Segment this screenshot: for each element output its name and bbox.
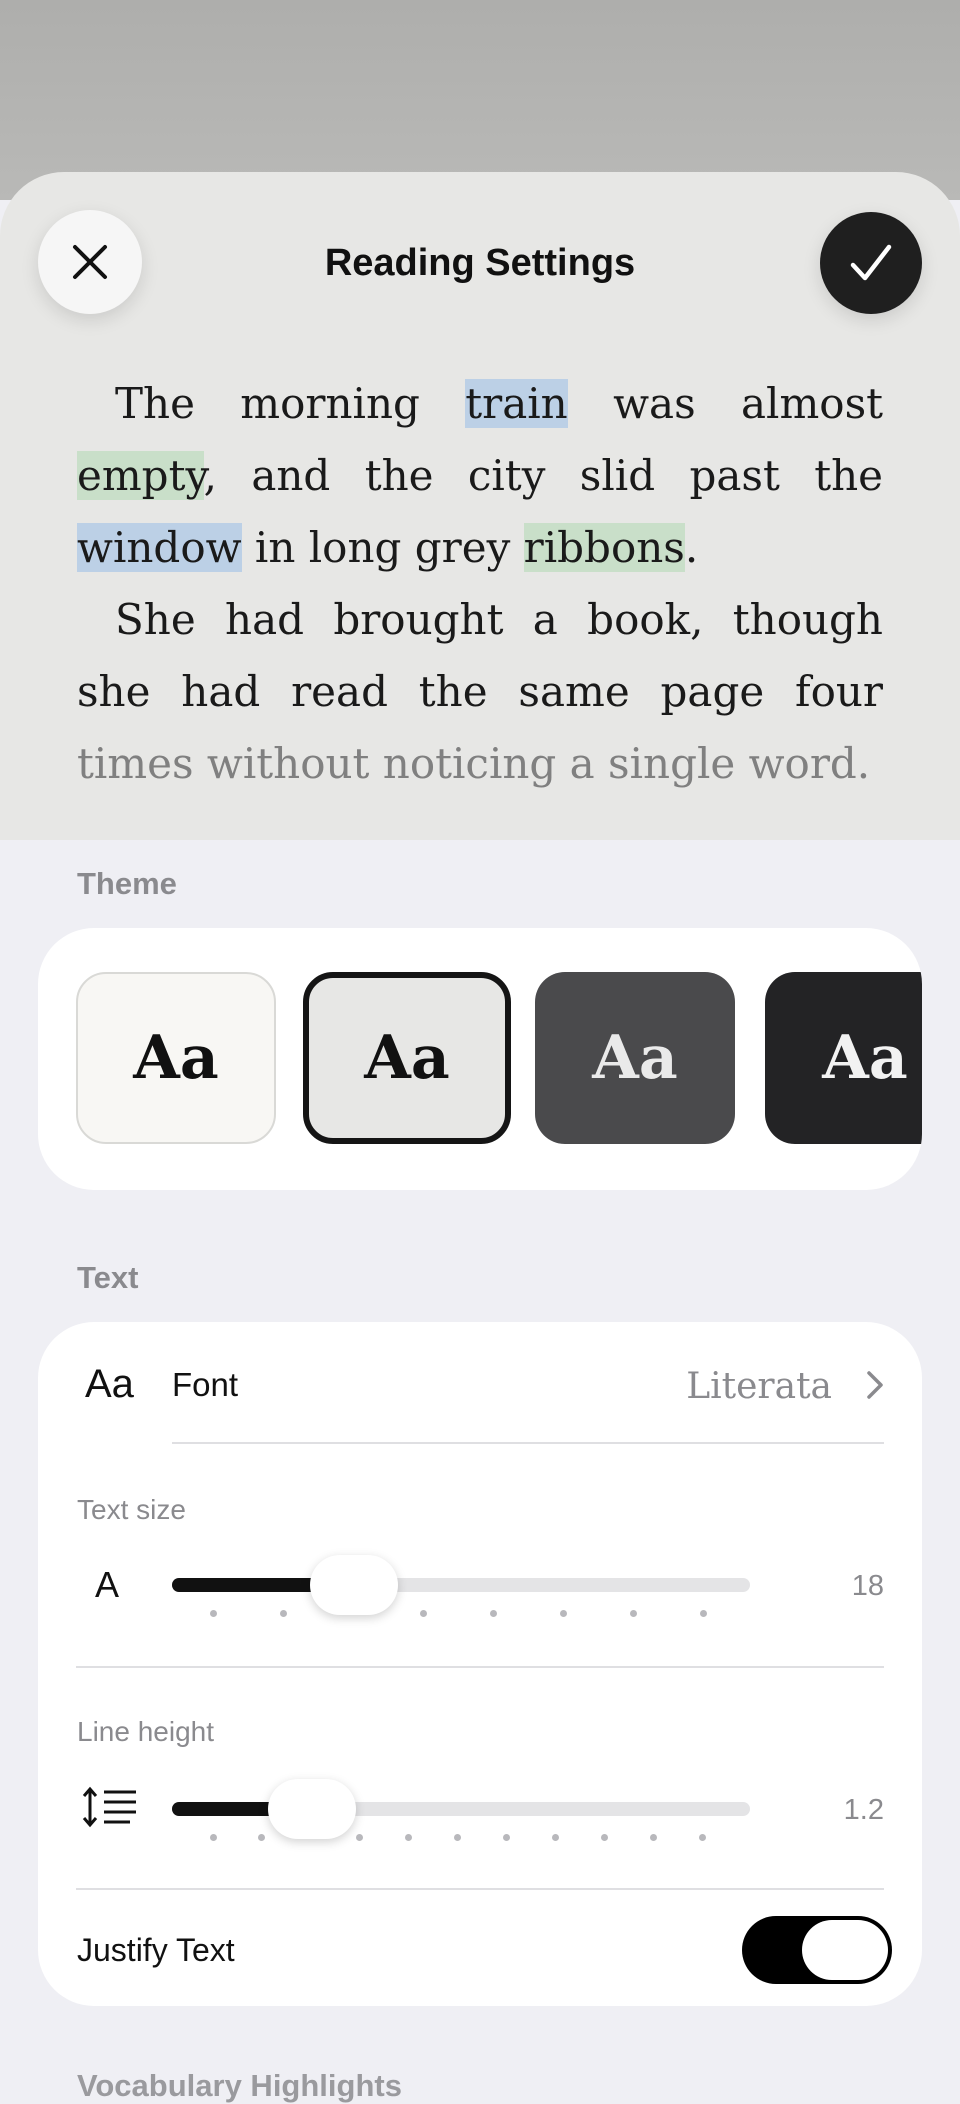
slider-tick xyxy=(258,1834,265,1841)
text-size-icon: A xyxy=(95,1564,120,1605)
divider xyxy=(76,1666,884,1668)
slider-tick xyxy=(420,1610,427,1617)
slider-tick xyxy=(630,1610,637,1617)
text-size-slider[interactable] xyxy=(172,1555,750,1617)
font-icon: Aa xyxy=(85,1362,134,1406)
slider-tick xyxy=(700,1610,707,1617)
slider-tick xyxy=(210,1834,217,1841)
highlight-blue[interactable]: window xyxy=(77,523,242,572)
theme-option-dark[interactable]: Aa xyxy=(765,972,922,1144)
slider-tick xyxy=(503,1834,510,1841)
theme-option-grey-selected[interactable]: Aa xyxy=(303,972,511,1144)
slider-tick xyxy=(560,1610,567,1617)
highlight-blue[interactable]: train xyxy=(465,379,568,428)
line-height-icon xyxy=(82,1786,136,1828)
line-height-slider-thumb[interactable] xyxy=(268,1779,356,1839)
text-section-label: Text xyxy=(77,1260,139,1295)
slider-tick xyxy=(356,1834,363,1841)
slider-tick xyxy=(601,1834,608,1841)
slider-tick xyxy=(405,1834,412,1841)
text-size-slider-thumb[interactable] xyxy=(310,1555,398,1615)
highlight-green[interactable]: empty xyxy=(77,451,204,500)
preview-paragraph-2: She had brought a book, though she had r… xyxy=(77,595,883,788)
slider-tick xyxy=(650,1834,657,1841)
theme-picker: Aa Aa Aa Aa xyxy=(38,928,922,1190)
line-height-value: 1.2 xyxy=(843,1794,884,1826)
slider-tick xyxy=(210,1610,217,1617)
justify-text-toggle[interactable] xyxy=(742,1916,892,1984)
slider-tick xyxy=(552,1834,559,1841)
slider-tick xyxy=(280,1610,287,1617)
chevron-right-icon xyxy=(867,1371,883,1399)
line-height-label: Line height xyxy=(77,1716,215,1747)
theme-option-dark-grey[interactable]: Aa xyxy=(535,972,735,1144)
slider-tick xyxy=(454,1834,461,1841)
toggle-knob xyxy=(802,1920,888,1980)
text-settings-card: Aa Font Literata Text size A 18 Line hei… xyxy=(38,1322,922,2006)
slider-tick xyxy=(699,1834,706,1841)
text-size-value: 18 xyxy=(851,1570,884,1602)
theme-option-light[interactable]: Aa xyxy=(76,972,276,1144)
font-row[interactable]: Aa Font Literata xyxy=(38,1322,922,1442)
sheet-title: Reading Settings xyxy=(324,242,636,284)
done-button[interactable] xyxy=(820,212,922,314)
slider-tick xyxy=(490,1610,497,1617)
theme-section-label: Theme xyxy=(77,866,177,901)
preview-paragraph-1: The morning train was almost empty, and … xyxy=(77,379,884,572)
checkmark-icon xyxy=(850,244,892,281)
line-height-slider[interactable] xyxy=(172,1779,750,1841)
divider xyxy=(172,1442,884,1444)
text-size-label: Text size xyxy=(77,1494,186,1525)
text-preview: The morning train was almost empty, and … xyxy=(77,368,883,800)
justify-text-label: Justify Text xyxy=(77,1932,235,1968)
font-label: Font xyxy=(172,1366,239,1403)
vocabulary-highlights-section-label: Vocabulary Highlights xyxy=(77,2068,402,2103)
highlight-green[interactable]: ribbons xyxy=(523,523,685,572)
backdrop xyxy=(0,0,960,200)
divider xyxy=(76,1888,884,1890)
font-value: Literata xyxy=(686,1366,832,1407)
reading-settings-sheet: Reading Settings The morning train was a… xyxy=(0,172,960,840)
